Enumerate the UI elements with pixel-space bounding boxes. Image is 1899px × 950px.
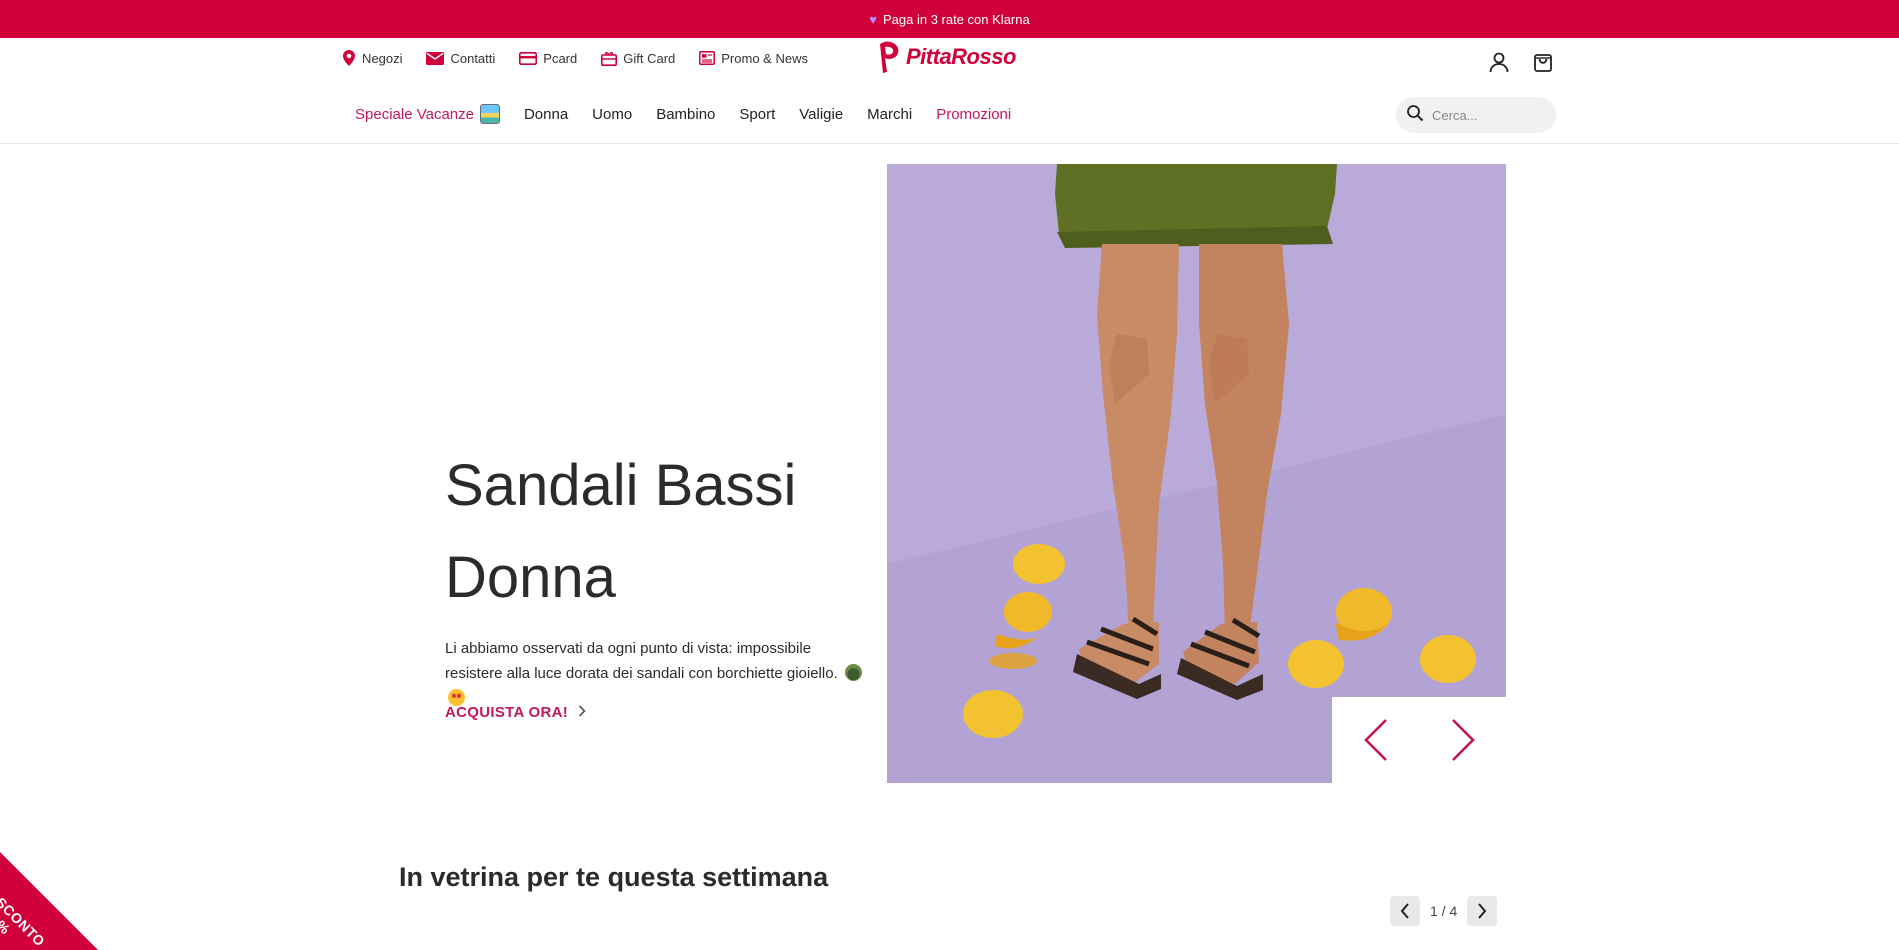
- heart-icon: ♥: [869, 11, 877, 27]
- sunglasses-emoji-icon: [844, 664, 862, 681]
- search-icon[interactable]: [1406, 104, 1424, 127]
- nav-item-label: Valigie: [799, 105, 844, 123]
- main-nav: Speciale Vacanze Donna Uomo Bambino Spor…: [355, 104, 1035, 124]
- logo-mark-icon: [880, 41, 899, 73]
- chevron-right-icon: [578, 704, 586, 721]
- util-link-label: Negozi: [362, 50, 403, 66]
- util-link-label: Contatti: [450, 50, 496, 66]
- nav-item-label: Uomo: [592, 105, 633, 123]
- nav-item-uomo[interactable]: Uomo: [592, 106, 632, 123]
- nav-item-valigie[interactable]: Valigie: [799, 106, 843, 123]
- chevron-left-icon: [1363, 719, 1387, 761]
- hero-title-line1: Sandali Bassi: [445, 453, 797, 518]
- promo-bar-text: Paga in 3 rate con Klarna: [883, 11, 1030, 27]
- pager-prev-button[interactable]: [1390, 896, 1420, 926]
- header-divider: [0, 143, 1899, 144]
- nav-item-donna[interactable]: Donna: [524, 106, 568, 123]
- hero-image[interactable]: [887, 164, 1506, 783]
- hero-title-line2: Donna: [445, 545, 616, 610]
- chevron-right-icon: [1478, 903, 1487, 919]
- hero-cta-link[interactable]: ACQUISTA ORA!: [445, 704, 586, 721]
- logo-text: PittaRosso: [906, 44, 1016, 69]
- hero-next-button[interactable]: [1443, 715, 1483, 765]
- nav-item-label: Marchi: [867, 105, 913, 123]
- nav-item-promozioni[interactable]: Promozioni: [936, 106, 1011, 123]
- util-link-contatti[interactable]: Contatti: [426, 51, 495, 66]
- util-link-label: Promo & News: [721, 50, 808, 66]
- search-input[interactable]: [1432, 107, 1542, 123]
- chevron-left-icon: [1400, 903, 1409, 919]
- util-link-promo-news[interactable]: Promo & News: [699, 51, 808, 66]
- card-icon: [519, 51, 538, 65]
- nav-item-label: Bambino: [656, 105, 716, 123]
- hero-illustration: [887, 164, 1506, 783]
- nav-item-label: Promozioni: [936, 105, 1012, 123]
- hero-description-text: Li abbiamo osservati da ogni punto di vi…: [445, 640, 838, 682]
- nav-item-label: Donna: [523, 105, 569, 123]
- chevron-right-icon: [1451, 719, 1475, 761]
- hero-slider-controls: [1332, 697, 1506, 783]
- newspaper-icon: [699, 51, 716, 65]
- hero-title: Sandali Bassi Donna: [445, 440, 865, 624]
- logo[interactable]: PittaRosso: [874, 40, 1016, 74]
- header-icons: [1487, 50, 1555, 74]
- hero-description: Li abbiamo osservati da ogni punto di vi…: [445, 636, 865, 711]
- pager-next-button[interactable]: [1467, 896, 1498, 926]
- beach-emoji-icon: [479, 104, 500, 124]
- search-box[interactable]: [1396, 97, 1556, 133]
- util-link-pcard[interactable]: Pcard: [519, 51, 577, 66]
- util-link-gift-card[interactable]: Gift Card: [601, 51, 675, 66]
- nav-item-speciale-vacanze[interactable]: Speciale Vacanze: [355, 104, 500, 124]
- pager-status: 1 / 4: [1430, 903, 1458, 919]
- utility-links: Negozi Contatti Pcard Gift Card Promo & …: [342, 50, 808, 66]
- nav-item-sport[interactable]: Sport: [739, 106, 775, 123]
- gift-icon: [601, 51, 618, 66]
- nav-item-label: Sport: [739, 105, 776, 123]
- nav-item-label: Speciale Vacanze: [355, 105, 474, 123]
- util-link-label: Gift Card: [623, 50, 676, 66]
- discount-badge[interactable]: SCONTO 10%: [0, 852, 98, 950]
- envelope-icon: [426, 51, 445, 65]
- util-link-negozi[interactable]: Negozi: [342, 50, 402, 66]
- promo-bar[interactable]: ♥ Paga in 3 rate con Klarna: [0, 0, 1899, 38]
- hero-cta-label: ACQUISTA ORA!: [445, 704, 569, 721]
- nav-item-bambino[interactable]: Bambino: [656, 106, 715, 123]
- map-pin-icon: [342, 50, 356, 66]
- section-title: In vetrina per te questa settimana: [399, 862, 829, 892]
- user-icon[interactable]: [1487, 50, 1511, 74]
- hero-prev-button[interactable]: [1356, 715, 1396, 765]
- nav-item-marchi[interactable]: Marchi: [867, 106, 912, 123]
- shopping-bag-icon[interactable]: [1531, 50, 1555, 74]
- carousel-pager: 1 / 4: [1390, 896, 1498, 926]
- util-link-label: Pcard: [543, 50, 578, 66]
